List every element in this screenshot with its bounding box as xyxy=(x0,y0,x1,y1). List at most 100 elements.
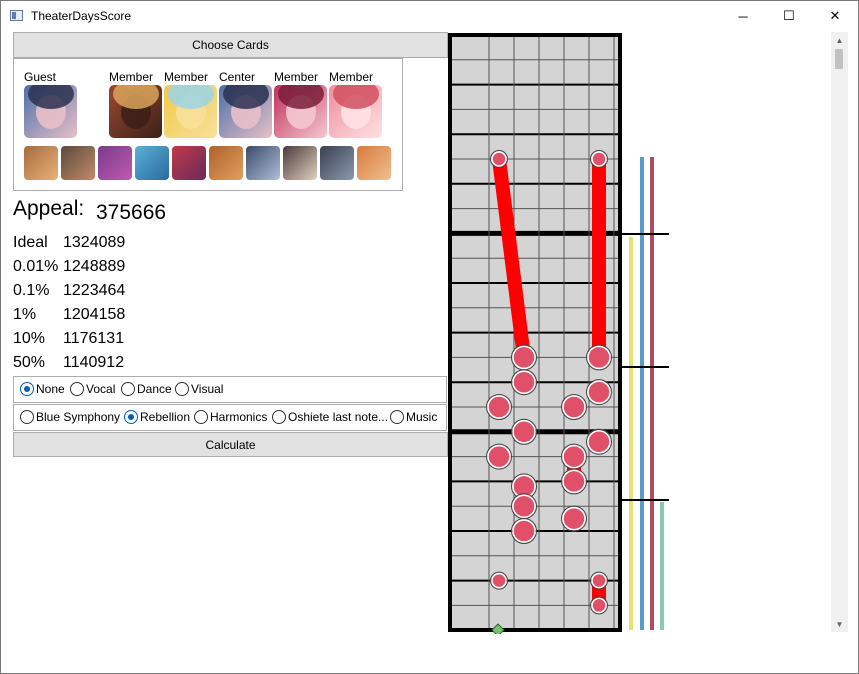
song-radio-label: Harmonics xyxy=(210,410,268,424)
support-card[interactable] xyxy=(357,146,391,180)
appeal-radio-label: Visual xyxy=(191,382,224,396)
scroll-down-arrow-icon[interactable]: ▼ xyxy=(831,616,848,632)
score-label: 0.1% xyxy=(13,282,50,299)
appeal-value: 375666 xyxy=(96,201,167,224)
card-portrait[interactable] xyxy=(109,85,162,138)
score-value: 1223464 xyxy=(63,282,126,299)
card-portrait[interactable] xyxy=(329,85,382,138)
card-portrait[interactable] xyxy=(24,85,77,138)
vertical-scrollbar[interactable]: ▲ ▼ xyxy=(831,32,848,632)
score-label: 10% xyxy=(13,330,46,347)
gauge-bar xyxy=(629,237,633,630)
team-panel: Guest Member Member Center Member Member xyxy=(13,58,403,191)
song-radio-label: Oshiete last note... xyxy=(288,410,389,424)
tap-note-icon xyxy=(487,444,511,469)
tap-note-icon xyxy=(512,420,536,444)
song-radio-label: Blue Symphony xyxy=(36,410,121,424)
support-card[interactable] xyxy=(135,146,169,180)
appeal-radio-label: Vocal xyxy=(86,382,116,396)
choose-cards-button[interactable]: Choose Cards xyxy=(13,32,448,58)
app-window: TheaterDaysScore ─ ☐ ✕ Choose Cards Gues… xyxy=(0,0,859,674)
tap-note-icon xyxy=(591,597,607,614)
support-card[interactable] xyxy=(209,146,243,180)
song-radio[interactable]: Harmonics xyxy=(194,410,267,424)
app-icon xyxy=(10,10,23,21)
support-card[interactable] xyxy=(61,146,95,180)
radio-circle-icon[interactable] xyxy=(20,382,34,396)
tap-note-icon xyxy=(487,395,511,419)
score-label: Ideal xyxy=(13,234,48,251)
score-label: 50% xyxy=(13,354,46,371)
score-value: 1204158 xyxy=(63,306,126,323)
tap-note-icon xyxy=(512,494,536,518)
score-value: 1324089 xyxy=(63,234,126,251)
minimize-button[interactable]: ─ xyxy=(720,1,766,31)
tap-note-icon xyxy=(562,395,586,419)
card-portrait[interactable] xyxy=(219,85,272,138)
tap-note-icon xyxy=(587,380,611,404)
close-button[interactable]: ✕ xyxy=(812,1,858,31)
tap-note-icon xyxy=(562,506,586,531)
tap-note-icon xyxy=(591,572,607,589)
tap-note-icon xyxy=(491,151,507,167)
gauge-bar xyxy=(650,157,654,630)
radio-circle-icon[interactable] xyxy=(175,382,189,396)
note-chart[interactable] xyxy=(447,32,669,634)
radio-circle-icon[interactable] xyxy=(124,410,138,424)
gauge-bar xyxy=(660,502,664,630)
song-radio-group: Blue Symphony Rebellion Harmonics Oshiete l… xyxy=(13,404,447,431)
support-card[interactable] xyxy=(246,146,280,180)
song-radio-label: Music xyxy=(406,410,438,424)
appeal-radio-label: None xyxy=(36,382,65,396)
role-label: Member xyxy=(164,70,209,84)
tap-note-icon xyxy=(587,429,611,454)
radio-circle-icon[interactable] xyxy=(20,410,34,424)
appeal-radio-label: Dance xyxy=(137,382,172,396)
appeal-radio[interactable]: Dance xyxy=(121,382,172,396)
scroll-thumb[interactable] xyxy=(835,49,843,69)
appeal-radio[interactable]: None xyxy=(20,382,65,396)
role-label: Guest xyxy=(24,70,57,84)
tap-note-icon xyxy=(512,519,536,543)
card-portrait[interactable] xyxy=(274,85,327,138)
role-label: Member xyxy=(109,70,154,84)
support-card[interactable] xyxy=(320,146,354,180)
tap-note-icon xyxy=(491,572,507,589)
score-label: 0.01% xyxy=(13,258,59,275)
support-card[interactable] xyxy=(172,146,206,180)
window-title: TheaterDaysScore xyxy=(31,9,132,23)
radio-circle-icon[interactable] xyxy=(194,410,208,424)
score-value: 1248889 xyxy=(63,258,126,275)
score-value: 1176131 xyxy=(63,330,125,347)
song-radio-label: Rebellion xyxy=(140,410,191,424)
score-label: 1% xyxy=(13,306,37,323)
scroll-up-arrow-icon[interactable]: ▲ xyxy=(831,32,848,48)
maximize-button[interactable]: ☐ xyxy=(766,1,812,31)
role-label: Center xyxy=(219,70,256,84)
role-label: Member xyxy=(274,70,319,84)
radio-circle-icon[interactable] xyxy=(70,382,84,396)
calculate-button[interactable]: Calculate xyxy=(13,432,448,457)
radio-circle-icon[interactable] xyxy=(272,410,286,424)
support-card[interactable] xyxy=(98,146,132,180)
song-radio[interactable]: Music xyxy=(390,410,437,424)
support-card[interactable] xyxy=(283,146,317,180)
tap-note-icon xyxy=(562,469,586,494)
tap-note-icon xyxy=(562,444,586,469)
radio-circle-icon[interactable] xyxy=(121,382,135,396)
tap-note-icon xyxy=(512,370,536,394)
song-radio[interactable]: Blue Symphony xyxy=(20,410,120,424)
appeal-radio[interactable]: Vocal xyxy=(70,382,115,396)
song-radio[interactable]: Oshiete last note... xyxy=(272,410,388,424)
appeal-label: Appeal: xyxy=(13,197,85,220)
score-value: 1140912 xyxy=(63,354,125,371)
radio-circle-icon[interactable] xyxy=(390,410,404,424)
tap-note-icon xyxy=(512,345,536,370)
card-portrait[interactable] xyxy=(164,85,217,138)
tap-note-icon xyxy=(591,151,607,167)
appeal-type-radio-group: None Vocal Dance Visual xyxy=(13,376,447,403)
support-card[interactable] xyxy=(24,146,58,180)
appeal-radio[interactable]: Visual xyxy=(175,382,223,396)
gauge-bar xyxy=(640,157,644,630)
song-radio[interactable]: Rebellion xyxy=(124,410,190,424)
